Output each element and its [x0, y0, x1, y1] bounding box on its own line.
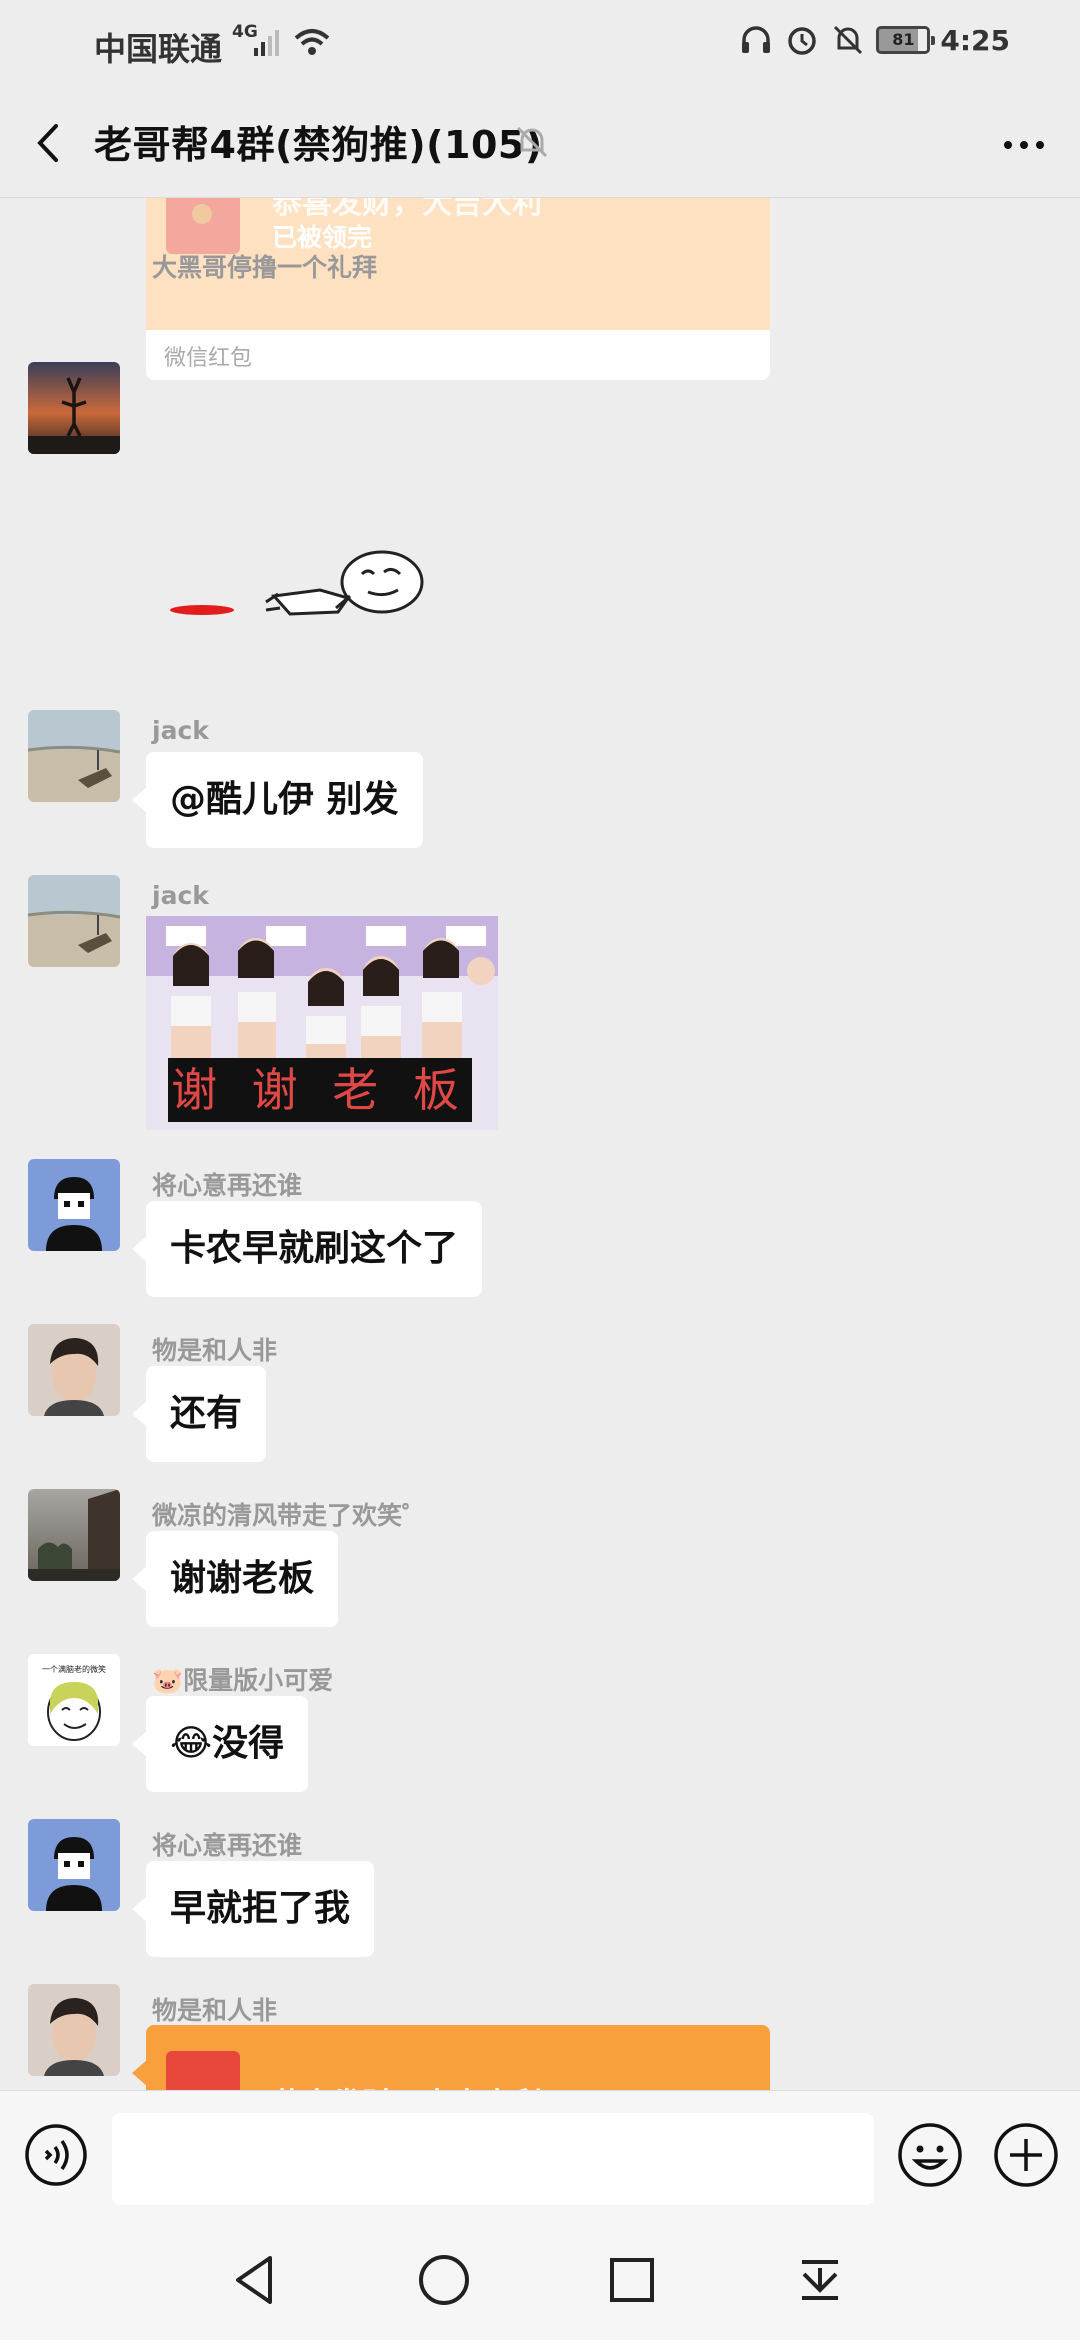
sender-name: 大黑哥停撸一个礼拜	[152, 253, 378, 282]
red-envelope-icon	[166, 2051, 240, 2090]
carrier-label: 中国联通	[94, 30, 223, 68]
red-packet-card[interactable]: 恭喜发财，大吉大利	[132, 2025, 770, 2090]
red-packet-label: 微信红包	[164, 346, 253, 371]
status-right-group: 81 4:25	[738, 22, 1010, 58]
image-caption: 谢 谢 老 板	[168, 1058, 472, 1122]
sender-name: 微凉的清风带走了欢笑゜	[152, 1501, 428, 1530]
avatar[interactable]: 一个满脑老的微笑	[28, 1654, 120, 1746]
message-bubble[interactable]: 谢谢老板	[131, 1531, 339, 1627]
mute-bell-icon	[516, 126, 548, 158]
alarm-icon	[788, 27, 817, 55]
avatar[interactable]	[28, 362, 120, 454]
nav-recents-icon[interactable]	[600, 2248, 664, 2312]
avatar-caption: 一个满脑老的微笑	[42, 1664, 106, 1674]
avatar[interactable]	[28, 1819, 120, 1911]
system-navigation-bar	[0, 2220, 1080, 2340]
notifications-off-icon	[834, 25, 863, 55]
avatar[interactable]	[28, 710, 120, 802]
wifi-icon	[294, 29, 330, 55]
sender-name: 🐷限量版小可爱	[152, 1666, 334, 1695]
signal-icon	[254, 30, 279, 56]
nav-back-icon[interactable]	[224, 2248, 288, 2312]
message-bubble[interactable]: @酷儿伊 别发	[132, 752, 423, 848]
voice-input-icon[interactable]	[24, 2123, 88, 2187]
sender-name: 物是和人非	[152, 1996, 278, 2025]
sender-name: 将心意再还谁	[152, 1831, 303, 1860]
chat-header: 老哥帮4群(禁狗推)(105)	[0, 88, 1080, 198]
sender-name: jack	[152, 716, 209, 745]
headset-icon	[742, 26, 771, 53]
avatar[interactable]	[28, 875, 120, 967]
status-bar: 中国联通 4G 81 4:25	[0, 0, 1080, 88]
message-input-bar	[0, 2090, 1080, 2220]
avatar[interactable]	[28, 1324, 120, 1416]
sender-name: 物是和人非	[152, 1336, 278, 1365]
nav-home-icon[interactable]	[412, 2248, 476, 2312]
avatar[interactable]	[28, 1984, 120, 2076]
message-bubble[interactable]: 早就拒了我	[131, 1861, 375, 1957]
more-options-icon[interactable]	[992, 120, 1056, 170]
lying-face-sticker[interactable]	[170, 538, 440, 638]
clock: 4:25	[940, 23, 1010, 57]
message-bubble[interactable]: 😂没得	[131, 1696, 309, 1792]
sender-name: 将心意再还谁	[152, 1171, 303, 1200]
chat-title: 老哥帮4群(禁狗推)(105)	[94, 123, 543, 167]
battery-indicator: 81	[876, 26, 936, 54]
red-packet-title: 恭喜发财，大吉大利	[272, 2079, 542, 2090]
avatar[interactable]	[28, 1159, 120, 1251]
add-more-icon[interactable]	[992, 2121, 1060, 2189]
nav-notification-shade-icon[interactable]	[788, 2248, 852, 2312]
message-bubble[interactable]: 还有	[131, 1366, 267, 1462]
avatar[interactable]	[28, 1489, 120, 1581]
message-bubble[interactable]: 卡农早就刷这个了	[131, 1201, 483, 1297]
chat-message-list[interactable]: 恭喜发财，大吉大利 已被领完 微信红包 大黑哥停撸一个礼拜 jack @酷儿伊 …	[0, 198, 1080, 2090]
message-input[interactable]	[112, 2113, 874, 2205]
image-message[interactable]: 谢 谢 老 板	[146, 916, 498, 1130]
back-arrow-icon[interactable]	[26, 118, 70, 168]
red-envelope-icon	[166, 198, 240, 254]
red-packet-footer: 微信红包	[146, 330, 770, 380]
emoji-icon[interactable]	[896, 2121, 964, 2189]
sender-name: jack	[152, 881, 209, 910]
